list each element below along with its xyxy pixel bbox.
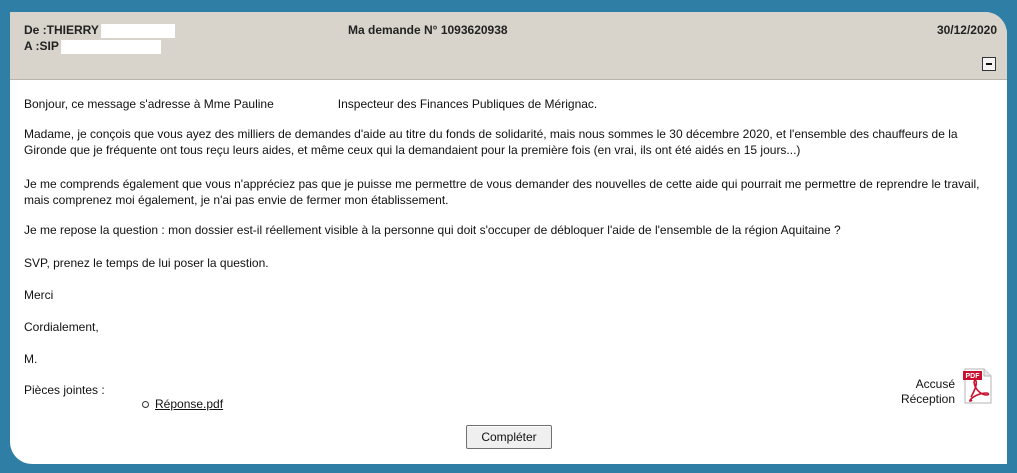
collapse-button[interactable] xyxy=(982,57,996,71)
attachments-label: Pièces jointes : xyxy=(24,383,105,397)
ack-line1: Accusé xyxy=(915,377,955,391)
redacted-name xyxy=(100,23,175,38)
paragraph-thanks: Merci xyxy=(24,288,54,302)
redacted-signature xyxy=(43,353,84,366)
ack-reception-label: Accusé Réception xyxy=(901,377,955,407)
message-panel: De :THIERRY A :SIP Ma demande N° 1093620… xyxy=(10,12,1007,464)
complete-button[interactable]: Compléter xyxy=(466,425,552,449)
paragraph-please: SVP, prenez le temps de lui poser la que… xyxy=(24,256,269,270)
message-header: De :THIERRY A :SIP Ma demande N° 1093620… xyxy=(10,12,1007,80)
greeting-text: Bonjour, ce message s'adresse à Mme Paul… xyxy=(24,97,274,111)
paragraph-closing: Cordialement, xyxy=(24,320,99,334)
bullet-icon xyxy=(142,401,149,409)
pdf-icon[interactable]: PDF xyxy=(963,368,993,404)
message-date: 30/12/2020 xyxy=(936,23,997,37)
signature: M. xyxy=(24,351,84,367)
paragraph-request: Je me comprends également que vous n'app… xyxy=(24,177,980,207)
redacted-recipient xyxy=(60,39,161,54)
paragraph-question: Je me repose la question : mon dossier e… xyxy=(24,223,841,237)
attachment-link[interactable]: Réponse.pdf xyxy=(155,397,223,411)
recipient-line: A :SIP xyxy=(24,39,161,54)
ack-line2: Réception xyxy=(900,392,955,406)
pdf-icon-text: PDF xyxy=(966,373,981,380)
recipient-label: A :SIP xyxy=(24,39,59,53)
signature-prefix: M. xyxy=(24,352,38,366)
attachment-item: Réponse.pdf xyxy=(142,397,223,411)
sender-label: De :THIERRY xyxy=(24,23,99,37)
greeting-role: Inspecteur des Finances Publiques de Mér… xyxy=(337,97,598,111)
request-number: Ma demande N° 1093620938 xyxy=(348,23,508,37)
sender-line: De :THIERRY xyxy=(24,23,175,38)
paragraph-context: Madame, je conçois que vous ayez des mil… xyxy=(24,127,958,157)
greeting: Bonjour, ce message s'adresse à Mme Paul… xyxy=(24,96,597,112)
